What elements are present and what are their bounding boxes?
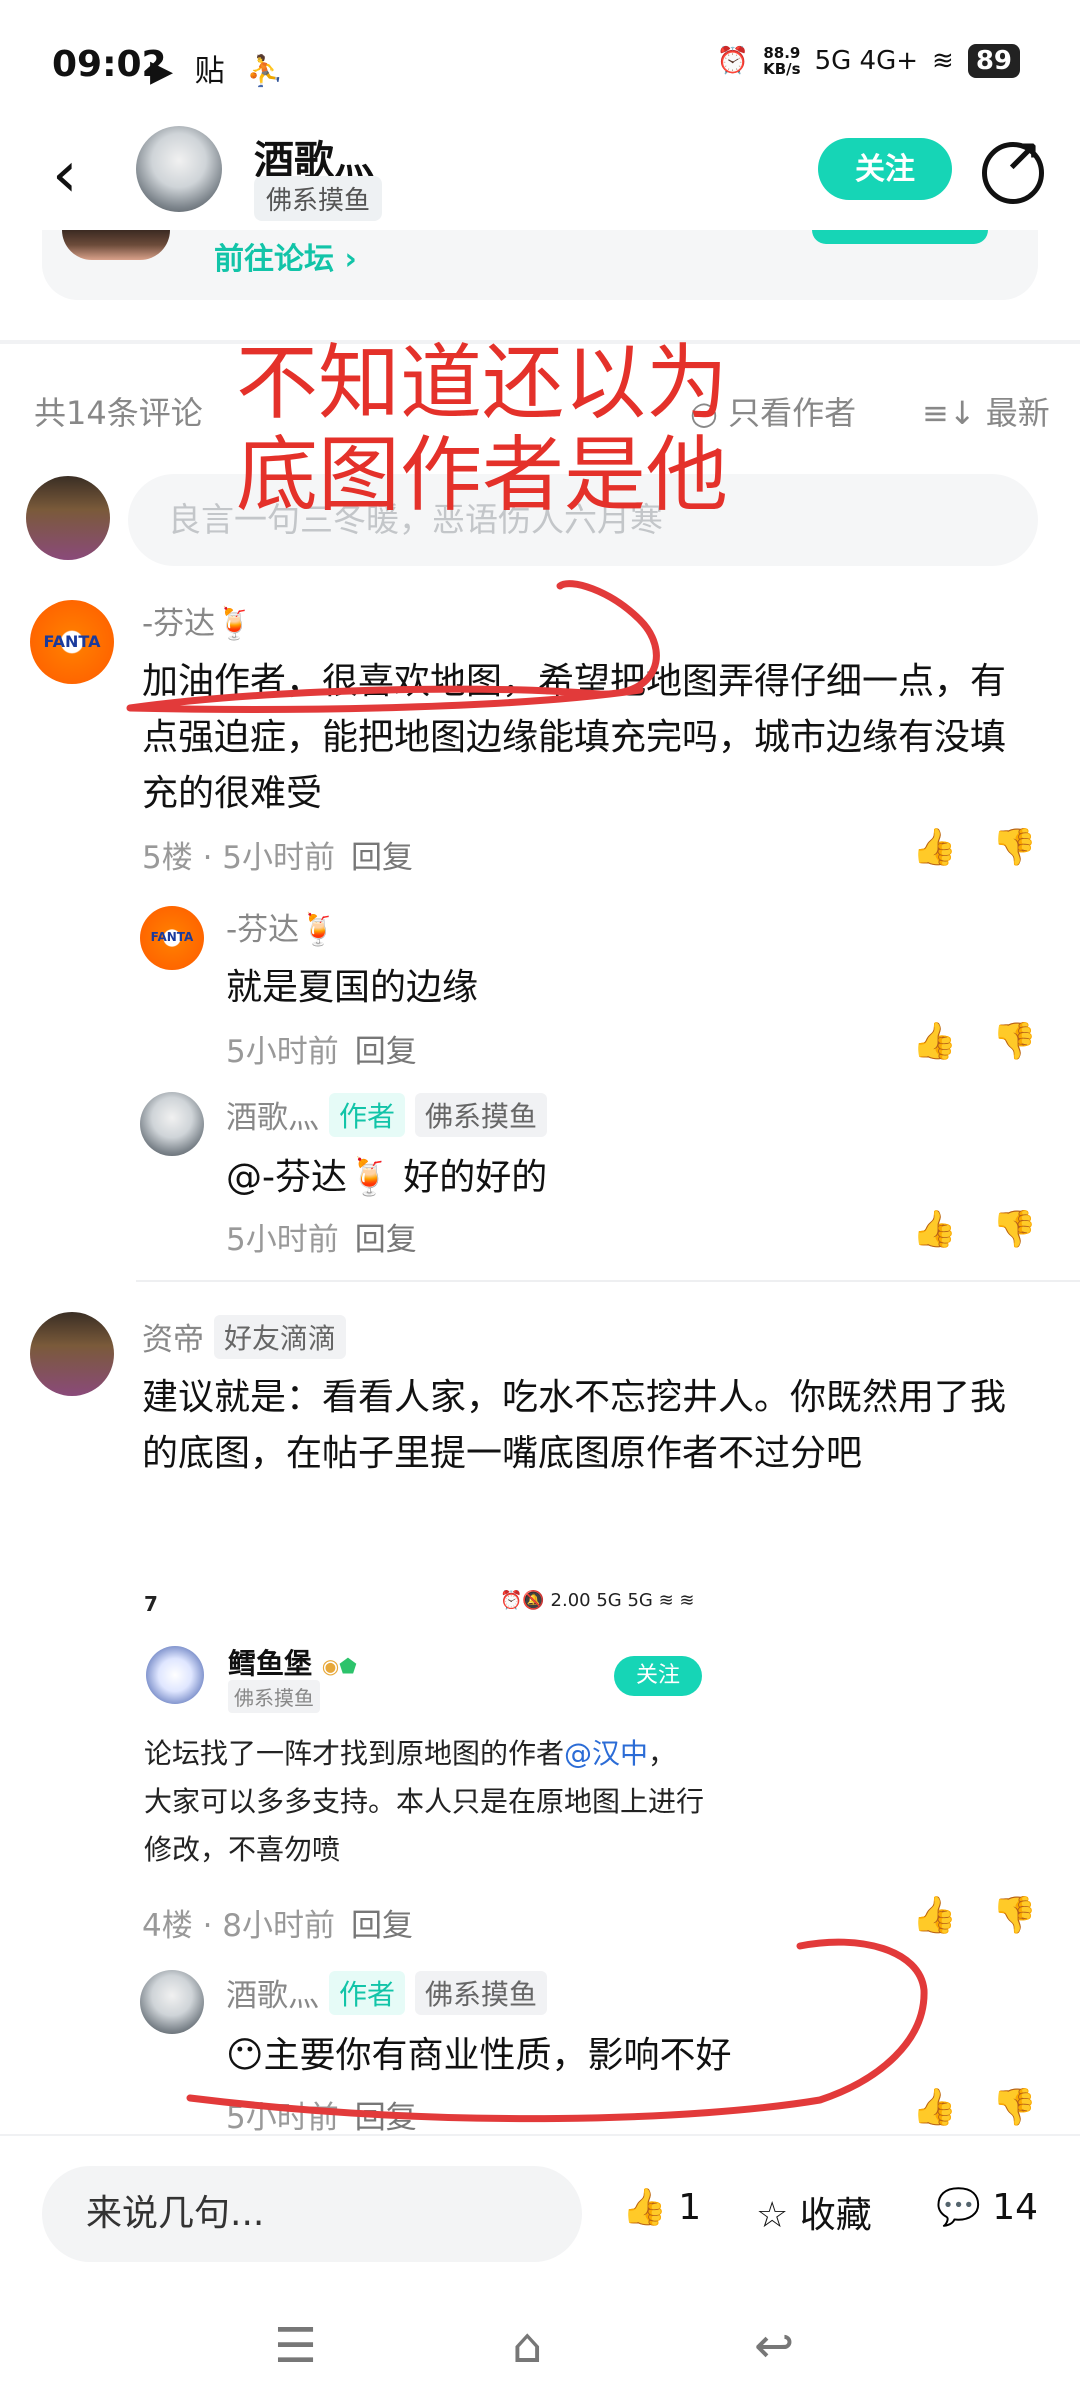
reply-link[interactable]: 回复 (355, 1222, 417, 1258)
comment-icon: 💬 (936, 2187, 981, 2228)
embedded-follow-button: 关注 (614, 1656, 702, 1696)
my-avatar (26, 476, 110, 560)
comment-button[interactable]: 💬 14 (936, 2186, 1038, 2228)
user-tag: 佛系摸鱼 (415, 1970, 548, 2015)
like-icon[interactable]: 👍 (912, 826, 957, 868)
comment-body: 建议就是：看看人家，吃水不忘挖井人。你既然用了我的底图，在帖子里提一嘴底图原作者… (142, 1377, 1007, 1474)
reply-name[interactable]: 酒歌灬 (226, 1092, 319, 1137)
reply-body: 就是夏国的边缘 (226, 967, 479, 1008)
reply-meta: 5小时前 回复 (226, 2100, 417, 2136)
dislike-icon[interactable]: 👎 (992, 1208, 1037, 1250)
embedded-body: 论坛找了一阵才找到原地图的作者@汉中，大家可以多多支持。本人只是在原地图上进行修… (144, 1737, 705, 1866)
alarm-icon: ⏰ (716, 46, 750, 76)
reply-meta: 5小时前 回复 (226, 1222, 417, 1258)
net-speed: 88.9 KB/s (763, 44, 801, 78)
commenter-avatar[interactable] (30, 1312, 114, 1396)
comment-body: 加油作者，很喜欢地图，希望把地图弄得仔细一点，有点强迫症，能把地图边缘能填充完吗… (142, 661, 1007, 814)
embedded-status-icons: ⏰🔕 2.00 5G 5G ≋ ≋ (500, 1590, 695, 1611)
like-icon[interactable]: 👍 (912, 1208, 957, 1250)
favorite-button[interactable]: ☆ 收藏 (756, 2186, 872, 2238)
signal-icon: 5G 4G+ (814, 46, 919, 76)
star-icon: ☆ (756, 2195, 789, 2236)
reply-name[interactable]: 酒歌灬 (226, 1970, 319, 2015)
comment-meta: 5楼 · 5小时前 回复 (142, 840, 414, 876)
reply-link[interactable]: 回复 (355, 2100, 417, 2136)
sort-latest[interactable]: ≡↓ 最新 (922, 388, 1050, 434)
wifi-icon: ≋ (932, 46, 954, 76)
reply-body: 😶主要你有商业性质，影响不好 (226, 2035, 732, 2076)
commenter-avatar[interactable]: FANTA (30, 600, 114, 684)
forum-card-image-lower (62, 230, 170, 260)
reply-link[interactable]: 回复 (351, 840, 413, 876)
embedded-status-time: 7 (144, 1592, 158, 1616)
back-icon[interactable]: ‹ (52, 138, 78, 212)
status-right-cluster: ⏰ 88.9 KB/s 5G 4G+ ≋ 89 (717, 44, 1020, 78)
dislike-icon[interactable]: 👎 (992, 2086, 1037, 2128)
like-button[interactable]: 👍 1 (622, 2186, 701, 2228)
embedded-tag: 佛系摸鱼 (228, 1680, 320, 1713)
reply-body: @-芬达🍹 好的好的 (226, 1157, 548, 1198)
back-nav-icon[interactable]: ↩ (754, 2318, 794, 2374)
reply-link[interactable]: 回复 (351, 1908, 413, 1944)
reply-link[interactable]: 回复 (355, 1034, 417, 1070)
battery-indicator: 89 (967, 44, 1020, 78)
say-something-input[interactable]: 来说几句... (42, 2166, 582, 2262)
menu-icon[interactable]: ☰ (274, 2318, 317, 2374)
user-tag: 好友滴滴 (214, 1314, 347, 1359)
status-app-icons: ▶ 贴 ⛹ (150, 54, 290, 89)
reply-avatar[interactable]: FANTA (140, 906, 204, 970)
thumbs-up-icon: 👍 (622, 2187, 667, 2228)
badge-icon: ⬟ (339, 1654, 357, 1678)
dislike-icon[interactable]: 👎 (992, 1020, 1037, 1062)
reply-header: 酒歌灬 作者 佛系摸鱼 (226, 1970, 548, 2015)
commenter-name[interactable]: 资帝 (142, 1314, 204, 1359)
share-arrow-icon: ↗ (1004, 132, 1041, 183)
commenter-header: 资帝 好友滴滴 (142, 1314, 347, 1359)
reply-avatar[interactable] (140, 1970, 204, 2034)
dislike-icon[interactable]: 👎 (992, 1894, 1037, 1936)
comment-count: 共14条评论 (34, 394, 203, 432)
author-badge: 作者 (329, 1970, 406, 2015)
embedded-name: 鳕鱼堡 ◉⬟ (228, 1647, 357, 1680)
author-badge: 作者 (329, 1092, 406, 1137)
author-tag: 佛系摸鱼 (254, 176, 383, 221)
like-icon[interactable]: 👍 (912, 1894, 957, 1936)
reply-header: 酒歌灬 作者 佛系摸鱼 (226, 1092, 548, 1137)
commenter-name[interactable]: -芬达🍹 (142, 598, 254, 643)
overlay-line-2: 底图作者是他 (236, 428, 729, 523)
home-icon[interactable]: ⌂ (512, 2318, 542, 2374)
follow-button[interactable]: 关注 (818, 138, 952, 200)
reply-name[interactable]: -芬达🍹 (226, 904, 338, 949)
dislike-icon[interactable]: 👎 (992, 826, 1037, 868)
embedded-avatar (146, 1646, 204, 1704)
overlay-line-1: 不知道还以为 (236, 336, 729, 431)
comment-separator (136, 1280, 1080, 1282)
like-icon[interactable]: 👍 (912, 2086, 957, 2128)
overlay-annotation: 不知道还以为 底图作者是他 (236, 338, 728, 522)
forum-link-label[interactable]: 前往论坛 › (214, 234, 357, 278)
badge-icon: ◉ (321, 1654, 340, 1678)
author-avatar[interactable] (136, 126, 222, 212)
comment-meta: 4楼 · 8小时前 回复 (142, 1908, 414, 1944)
reply-avatar[interactable] (140, 1092, 204, 1156)
forum-card-button-lower[interactable] (812, 230, 988, 244)
like-icon[interactable]: 👍 (912, 1020, 957, 1062)
user-tag: 佛系摸鱼 (415, 1092, 548, 1137)
reply-meta: 5小时前 回复 (226, 1034, 417, 1070)
